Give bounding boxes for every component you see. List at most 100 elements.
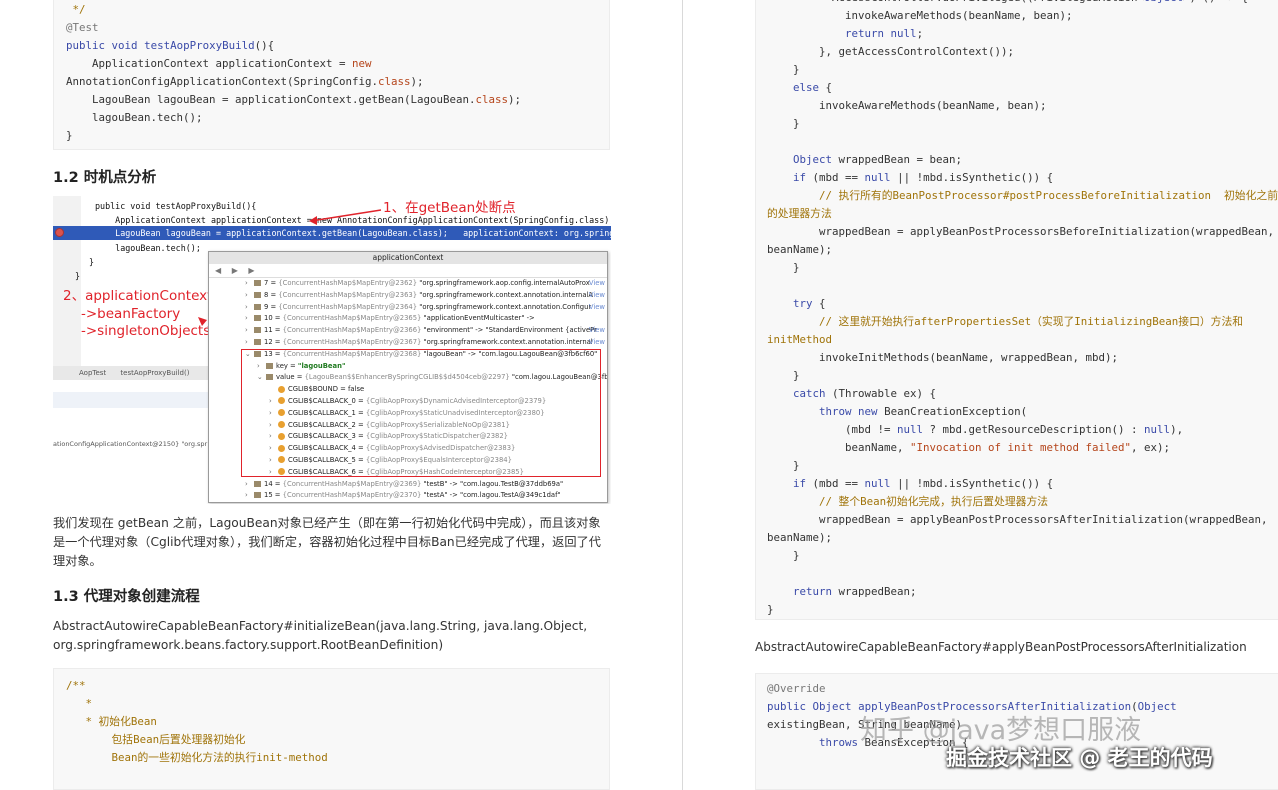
code-token: (Throwable ex) { [825,387,937,400]
code-token: // 整个Bean初始化完成，执行后置处理器方法 [819,495,1049,508]
popup-tree-row[interactable]: › 14 = {ConcurrentHashMap$MapEntry@2369} … [209,479,607,491]
expand-chevron-icon[interactable]: › [245,490,254,502]
code-token: } [767,549,800,562]
code-token: new [352,57,372,70]
ide-debugger-screenshot: public void testAopProxyBuild(){ Applica… [53,196,611,504]
code-token: >) () -> { [1183,0,1248,4]
popup-tree-row[interactable]: › 8 = {ConcurrentHashMap$MapEntry@2363} "… [209,290,607,302]
code-token: ApplicationContext applicationContext = [66,57,353,70]
debug-toolbar[interactable] [53,392,213,408]
code-block-test-method: */@Test public void testAopProxyBuild(){ … [53,0,610,150]
code-token: wrappedBean = applyBeanPostProcessorsBef… [767,225,1275,238]
popup-tree-row[interactable]: › 11 = {ConcurrentHashMap$MapEntry@2366} … [209,325,607,337]
code-token: wrappedBean = bean; [832,153,963,166]
popup-tree-row[interactable]: › 12 = {ConcurrentHashMap$MapEntry@2367} … [209,337,607,349]
code-line: public void testAopProxyBuild(){ [66,37,597,55]
code-line: (mbd != null ? mbd.getResourceDescriptio… [767,421,1278,439]
tab-aoptest[interactable]: AopTest [79,369,106,377]
ide-tab-bar[interactable]: AopTest testAopProxyBuild() [53,366,213,380]
variables-popup[interactable]: applicationContext ◀ ▶ ▶ › 7 = {Concurren… [208,251,608,503]
code-token: * 初始化Bean [66,715,157,728]
row-type: {ConcurrentHashMap$MapEntry@2365} [282,314,424,323]
code-line: } [767,457,1278,475]
code-token: if [793,171,807,184]
code-token: Object [1144,0,1183,4]
popup-tree-row[interactable]: › 10 = {ConcurrentHashMap$MapEntry@2365} … [209,313,607,325]
code-token: invokeAwareMethods(beanName, bean); [767,99,1047,112]
code-token: ); [410,75,424,88]
code-token: null [1144,423,1171,436]
code-token: beanName, [767,441,911,454]
code-line: invokeAwareMethods(beanName, bean); [767,7,1278,25]
code-token: Object [812,700,852,713]
code-token: ; [916,27,924,40]
view-link[interactable]: View [589,290,605,302]
row-type: {ConcurrentHashMap$MapEntry@2367} [282,337,424,346]
code-line: throw new BeanCreationException( [767,403,1278,421]
row-name: 15 = [264,491,283,500]
expand-chevron-icon[interactable]: › [245,479,254,491]
column-divider [682,0,683,790]
popup-tree-row[interactable]: › 9 = {ConcurrentHashMap$MapEntry@2364} "… [209,302,607,314]
row-type: {ConcurrentHashMap$MapEntry@2366} [282,326,424,335]
code-line: beanName); [767,529,1278,547]
code-block-initialize-bean-body: AccessController.doPrivileged((Privilege… [755,0,1278,620]
code-line: invokeAwareMethods(beanName, bean); [767,97,1278,115]
code-token: } [767,63,800,76]
code-token: @Override [767,682,826,695]
code-line: } [767,61,1278,79]
code-line: catch (Throwable ex) { [767,385,1278,403]
code-token: } [66,129,73,142]
view-link[interactable]: View [589,337,605,349]
entry-icon [254,480,261,487]
expand-chevron-icon[interactable]: › [245,278,254,290]
expand-chevron-icon[interactable]: › [245,313,254,325]
code-line: if (mbd == null || !mbd.isSynthetic()) { [767,475,1278,493]
expand-chevron-icon[interactable]: › [245,337,254,349]
view-link[interactable]: View [589,325,605,337]
method-signature-after-init: AbstractAutowireCapableBeanFactory#apply… [755,640,1247,654]
code-token: { [812,297,826,310]
code-token: null [897,423,924,436]
expand-chevron-icon[interactable]: › [245,290,254,302]
code-line: beanName, "Invocation of init method fai… [767,439,1278,457]
expand-chevron-icon[interactable]: › [245,302,254,314]
code-line: LagouBean lagouBean = applicationContext… [66,91,597,109]
arrow-head-getbean [309,216,317,225]
paragraph-initialize-bean-signature: AbstractAutowireCapableBeanFactory#initi… [53,617,613,655]
code-token: if [793,477,807,490]
code-line: lagouBean.tech(); [66,109,597,127]
code-line: return null; [767,25,1278,43]
code-line: @Override [767,680,1278,698]
code-token: else [793,81,820,94]
row-value: "org.springframework.context.annotation.… [423,337,593,346]
popup-tree-row[interactable]: › 7 = {ConcurrentHashMap$MapEntry@2362} "… [209,278,607,290]
code-token: Object [1137,700,1177,713]
popup-tree-row[interactable]: › 15 = {ConcurrentHashMap$MapEntry@2370} … [209,490,607,502]
code-line: 的处理器方法 [767,205,1278,223]
view-link[interactable]: View [589,278,605,290]
code-token: } [767,117,800,130]
popup-toolbar[interactable]: ◀ ▶ ▶ [209,264,607,278]
view-link[interactable]: View [589,302,605,314]
row-name: 7 = [264,279,279,287]
entry-icon [254,280,261,286]
paragraph-proxy-observation: 我们发现在 getBean 之前，LagouBean对象已经产生（即在第一行初始… [53,514,613,571]
code-token: throw [819,405,852,418]
highlight-box [241,349,601,477]
code-token: (mbd == [806,171,865,184]
tab-method[interactable]: testAopProxyBuild() [120,369,189,377]
entry-icon [254,327,261,334]
heading-timing-analysis: 1.2 时机点分析 [53,170,157,186]
code-token: LagouBean lagouBean = applicationContext… [66,93,476,106]
code-line: wrappedBean = applyBeanPostProcessorsBef… [767,223,1278,241]
entry-icon [254,315,261,322]
expand-chevron-icon[interactable]: › [245,325,254,337]
code-line: initMethod [767,331,1278,349]
